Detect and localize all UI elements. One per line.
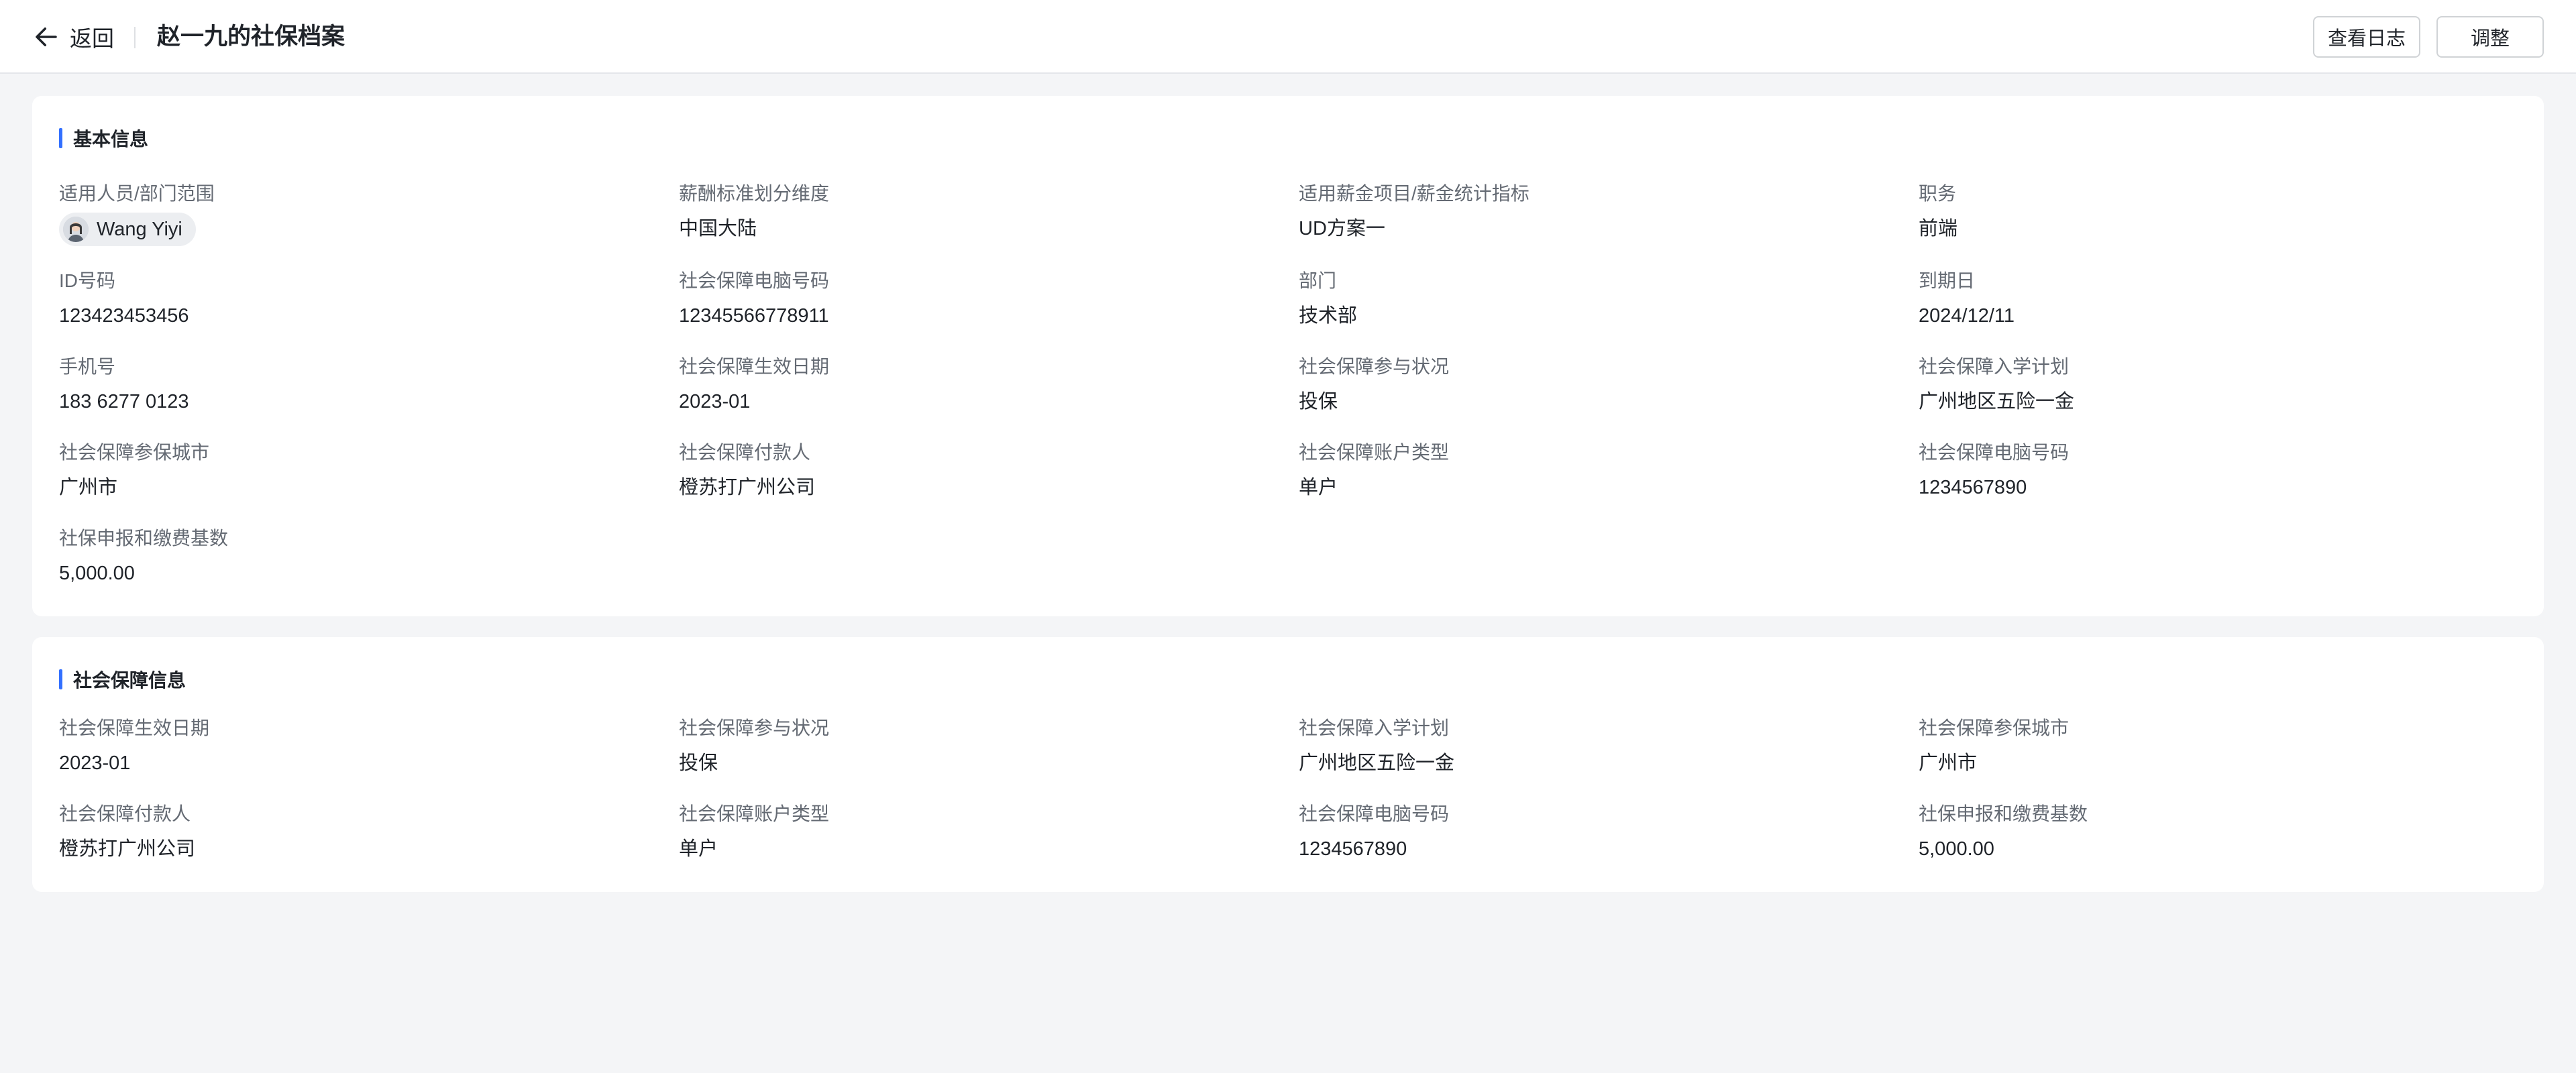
field-label: 社会保障参与状况: [1299, 356, 1450, 377]
field-value: 2024/12/11: [1919, 305, 2015, 327]
field-contribution-base: 社保申报和缴费基数 5,000.00: [1919, 802, 2496, 862]
field-label: 适用薪金项目/薪金统计指标: [1299, 183, 1529, 204]
field-value: 橙苏打广州公司: [679, 477, 816, 498]
field-value: 中国大陆: [679, 218, 757, 239]
field-label: ID号码: [59, 270, 116, 291]
field-label: 社会保障参保城市: [1919, 718, 2070, 738]
field-label: 社保申报和缴费基数: [1919, 803, 2088, 824]
field-value: 广州地区五险一金: [1299, 752, 1455, 774]
header-divider: [134, 27, 136, 48]
field-label: 适用人员/部门范围: [59, 183, 215, 204]
field-label: 社保申报和缴费基数: [59, 528, 229, 549]
field-expiry-date: 到期日 2024/12/11: [1919, 269, 2496, 329]
field-position: 职务 前端: [1919, 182, 2496, 241]
field-value: 橙苏打广州公司: [59, 838, 196, 860]
field-label: 薪酬标准划分维度: [679, 183, 830, 204]
section-title-text: 基本信息: [73, 129, 149, 150]
section-title: 社会保障信息: [59, 668, 186, 691]
field-label: 社会保障电脑号码: [679, 270, 830, 291]
field-participation-status: 社会保障参与状况 投保: [1299, 355, 1876, 414]
field-value: 广州市: [1919, 752, 1978, 774]
arrow-left-icon: [36, 27, 57, 46]
field-salary-dimension: 薪酬标准划分维度 中国大陆: [679, 182, 1256, 241]
field-value: 123423453456: [59, 305, 189, 327]
field-effective-date: 社会保障生效日期 2023-01: [679, 355, 1256, 414]
field-value: 投保: [679, 752, 718, 774]
field-value: 1234567890: [1299, 838, 1407, 860]
field-label: 社会保障电脑号码: [1919, 442, 2070, 463]
field-applicable-scope: 适用人员/部门范围 Wang Yiyi: [59, 182, 636, 246]
field-value: 投保: [1299, 391, 1338, 412]
field-label: 社会保障账户类型: [679, 803, 830, 824]
field-value: 广州地区五险一金: [1919, 391, 2075, 412]
field-insured-city: 社会保障参保城市 广州市: [1919, 716, 2496, 776]
field-account-type: 社会保障账户类型 单户: [679, 802, 1256, 862]
field-social-computer-number: 社会保障电脑号码 12345566778911: [679, 269, 1256, 329]
field-insured-city: 社会保障参保城市 广州市: [59, 441, 636, 500]
field-label: 社会保障参保城市: [59, 442, 210, 463]
field-value: 前端: [1919, 218, 1958, 239]
field-contribution-base: 社保申报和缴费基数 5,000.00: [59, 526, 636, 586]
person-avatar-icon: [63, 217, 89, 242]
field-label: 社会保障付款人: [679, 442, 811, 463]
section-title: 基本信息: [59, 127, 148, 150]
field-value: 2023-01: [59, 752, 131, 774]
section-accent-bar: [59, 669, 62, 689]
field-value: 单户: [1299, 477, 1338, 498]
field-computer-number: 社会保障电脑号码 1234567890: [1299, 802, 1876, 862]
field-participation-status: 社会保障参与状况 投保: [679, 716, 1256, 776]
field-value: 广州市: [59, 477, 118, 498]
section-title-text: 社会保障信息: [73, 670, 186, 691]
field-label: 到期日: [1919, 270, 1976, 291]
back-label: 返回: [70, 26, 114, 51]
page-title: 赵一九的社保档案: [157, 23, 345, 50]
field-value: 183 6277 0123: [59, 391, 189, 412]
field-label: 部门: [1299, 270, 1337, 291]
field-label: 职务: [1919, 183, 1957, 204]
field-id-number: ID号码 123423453456: [59, 269, 636, 329]
field-value: 5,000.00: [1919, 838, 1994, 860]
field-label: 手机号: [59, 356, 116, 377]
field-account-type: 社会保障账户类型 单户: [1299, 441, 1876, 500]
social-security-card: 社会保障信息 社会保障生效日期 2023-01 社会保障参与状况 投保 社会保障…: [32, 637, 2544, 892]
view-log-button[interactable]: 查看日志: [2313, 16, 2420, 58]
field-label: 社会保障入学计划: [1299, 718, 1450, 738]
field-label: 社会保障付款人: [59, 803, 191, 824]
section-accent-bar: [59, 128, 62, 148]
top-bar: 返回 赵一九的社保档案 查看日志 调整: [0, 0, 2576, 74]
field-value: 12345566778911: [679, 305, 829, 327]
field-value: 2023-01: [679, 391, 751, 412]
field-label: 社会保障参与状况: [679, 718, 830, 738]
field-payer: 社会保障付款人 橙苏打广州公司: [679, 441, 1256, 500]
adjust-button[interactable]: 调整: [2436, 16, 2544, 58]
user-chip[interactable]: Wang Yiyi: [59, 213, 196, 246]
basic-info-card: 基本信息 适用人员/部门范围 Wang Yiyi 薪酬标准划分维度 中国大陆 适…: [32, 96, 2544, 616]
field-value: UD方案一: [1299, 218, 1385, 239]
avatar: [63, 217, 89, 242]
field-label: 社会保障入学计划: [1919, 356, 2070, 377]
field-phone: 手机号 183 6277 0123: [59, 355, 636, 414]
field-payer: 社会保障付款人 橙苏打广州公司: [59, 802, 636, 862]
user-name: Wang Yiyi: [97, 218, 182, 240]
field-value: 单户: [679, 838, 718, 860]
back-button[interactable]: 返回: [32, 20, 114, 54]
field-label: 社会保障生效日期: [59, 718, 210, 738]
field-department: 部门 技术部: [1299, 269, 1876, 329]
field-effective-date: 社会保障生效日期 2023-01: [59, 716, 636, 776]
field-salary-item: 适用薪金项目/薪金统计指标 UD方案一: [1299, 182, 1876, 241]
field-label: 社会保障生效日期: [679, 356, 830, 377]
field-value: 5,000.00: [59, 563, 135, 584]
field-label: 社会保障账户类型: [1299, 442, 1450, 463]
field-enrollment-plan: 社会保障入学计划 广州地区五险一金: [1919, 355, 2496, 414]
field-computer-number: 社会保障电脑号码 1234567890: [1919, 441, 2496, 500]
field-value: 1234567890: [1919, 477, 2027, 498]
field-enrollment-plan: 社会保障入学计划 广州地区五险一金: [1299, 716, 1876, 776]
field-value: 技术部: [1299, 305, 1358, 327]
field-label: 社会保障电脑号码: [1299, 803, 1450, 824]
